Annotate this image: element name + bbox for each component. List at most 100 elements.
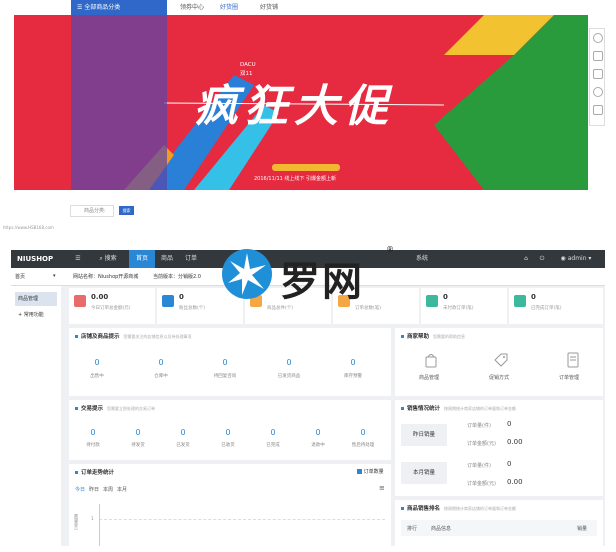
tag-icon[interactable] xyxy=(493,352,509,368)
avatar-icon: ◉ xyxy=(560,255,568,262)
help-item-label[interactable]: 订单管理 xyxy=(559,374,579,381)
trade-tips-panel: 交易提示 您需要立即处理的交易订单 0 待付款 0 待发货 0 已发货 0 已收货… xyxy=(69,400,391,460)
shop-tips-panel: 店铺及商品提示 您需要关注的店铺信息以及待处理事项 0 出售中 0 仓库中 0 待… xyxy=(69,328,391,396)
shop-tip-value[interactable]: 0 xyxy=(205,358,245,367)
trade-tips-subtitle: 您需要立即处理的交易订单 xyxy=(107,406,156,411)
chart-legend[interactable]: 订单数量 xyxy=(357,468,384,475)
document-icon[interactable] xyxy=(565,352,581,368)
order-chart-panel: 订单走势统计 订单数量 今日 昨日 本周 本月 ≡ 订单数量 1 xyxy=(69,464,391,546)
wallet-icon xyxy=(426,295,438,307)
trade-tip-value[interactable]: 0 xyxy=(298,428,338,437)
trade-tip-label: 售后待处理 xyxy=(351,443,375,448)
sales-stats-panel: 销售情况统计 按周期统计商家店铺的订单量和订单金额 昨日销量 订单量(件) 0 订… xyxy=(395,400,603,496)
banner-tagline: 2016/11/11 线上线下 引爆金额上新 xyxy=(254,176,336,182)
ranking-header-rank: 排行 xyxy=(407,526,418,532)
sales-row-label: 本月销量 xyxy=(401,462,447,484)
cart-icon[interactable] xyxy=(593,51,603,61)
stat-card-today-amount[interactable]: 0.00 今日订单总金额(元) xyxy=(69,288,155,324)
ranking-header-sales: 销量 xyxy=(577,526,588,532)
sales-amount-value: 0.00 xyxy=(507,438,523,446)
trade-tip-value[interactable]: 0 xyxy=(163,428,203,437)
admin-nav-system[interactable]: 系统 xyxy=(409,250,435,268)
home-icon[interactable]: ⌂ xyxy=(519,250,533,268)
sidebar-item-common[interactable]: + 常用功能 xyxy=(15,308,57,322)
shop-tips-subtitle: 您需要关注的店铺信息以及待处理事项 xyxy=(123,334,192,339)
chart-gridline xyxy=(99,519,385,520)
stat-card-completed[interactable]: 0 已完成订单(笔) xyxy=(509,288,603,324)
star-icon[interactable] xyxy=(593,69,603,79)
floating-toolbar xyxy=(589,28,605,126)
chart-menu-icon[interactable]: ≡ xyxy=(379,484,385,492)
trade-tip-label: 已发货 xyxy=(176,443,190,448)
category-search-label: 商品分类: xyxy=(84,208,106,214)
hamburger-icon[interactable]: ☰ xyxy=(69,250,87,268)
ranking-header-row: 排行 商品信息 销量 xyxy=(401,520,597,536)
admin-nav-goods[interactable]: 商品 xyxy=(155,250,179,268)
shop-tip-value[interactable]: 0 xyxy=(269,358,309,367)
trade-tip-label: 退款中 xyxy=(311,443,325,448)
ranking-subtitle: 按周期统计商家店铺的订单量和订单金额 xyxy=(444,506,517,511)
trade-tip-value[interactable]: 0 xyxy=(208,428,248,437)
sales-amount-label: 订单金额(元) xyxy=(467,441,496,447)
category-search-button[interactable]: 搜索 xyxy=(119,206,134,215)
all-categories-button[interactable]: ☰ 全部商品分类 xyxy=(71,0,167,15)
chart-tab-yesterday[interactable]: 昨日 xyxy=(89,486,99,493)
category-panel xyxy=(71,15,167,190)
sales-row-label: 昨日销量 xyxy=(401,424,447,446)
user-icon[interactable] xyxy=(593,33,603,43)
ranking-panel: 商品销售排名 按周期统计商家店铺的订单量和订单金额 排行 商品信息 销量 xyxy=(395,500,603,546)
shop-tip-value[interactable]: 0 xyxy=(141,358,181,367)
nav-link-good-circle[interactable]: 好货圈 xyxy=(220,0,239,16)
trade-tip-value[interactable]: 0 xyxy=(118,428,158,437)
admin-search-button[interactable]: ⌕ 搜索 xyxy=(91,250,125,268)
site-version: 当前版本：分销版2.0 xyxy=(153,274,201,280)
watermark-logo-icon xyxy=(222,249,272,299)
admin-logo: NIUSHOP xyxy=(17,255,54,263)
chart-tab-month[interactable]: 本月 xyxy=(117,486,127,493)
banner-pill xyxy=(272,164,340,171)
nav-link-coupons[interactable]: 领券中心 xyxy=(180,0,204,15)
power-icon[interactable]: ⏻ xyxy=(535,250,549,268)
sidebar-item-goods-mgmt[interactable]: 商品管理 xyxy=(15,292,57,306)
sidebar-dropdown[interactable]: 首页 xyxy=(15,273,25,280)
chevron-down-icon: ▾ xyxy=(586,255,592,262)
chart-y-axis xyxy=(99,504,100,546)
sales-amount-label: 订单金额(元) xyxy=(467,481,496,487)
chart-tab-today[interactable]: 今日 xyxy=(75,486,85,493)
trade-tip-label: 已收货 xyxy=(221,443,235,448)
admin-nav-home[interactable]: 首页 xyxy=(129,250,155,268)
trade-tip-label: 待发货 xyxy=(131,443,145,448)
admin-nav-orders[interactable]: 订单 xyxy=(179,250,203,268)
order-chart-title: 订单走势统计 xyxy=(81,470,115,476)
chart-tab-week[interactable]: 本周 xyxy=(103,486,113,493)
shop-tip-value[interactable]: 0 xyxy=(77,358,117,367)
document-icon[interactable] xyxy=(593,105,603,115)
trade-tip-value[interactable]: 0 xyxy=(343,428,383,437)
banner-slogan: 疯狂大促 xyxy=(194,81,394,132)
help-subtitle: 您需要的帮助信息 xyxy=(433,334,466,339)
chevron-down-icon[interactable]: ▾ xyxy=(53,273,56,279)
nav-link-good-shop[interactable]: 好货铺 xyxy=(260,0,278,15)
help-item-label[interactable]: 促销方式 xyxy=(489,374,509,381)
trade-tips-title: 交易提示 xyxy=(81,406,104,412)
site-name: 网站名称：Niushop开源商城 xyxy=(73,274,139,280)
thumbs-up-icon xyxy=(162,295,174,307)
shop-tip-label: 库存预警 xyxy=(344,374,362,379)
money-icon xyxy=(74,295,86,307)
trade-tip-value[interactable]: 0 xyxy=(73,428,113,437)
headset-icon[interactable] xyxy=(593,87,603,97)
watermark: 罗网 ® xyxy=(218,243,408,307)
storefront-screenshot: ☰ 全部商品分类 领券中心 好货圈 好货铺 DACU 双11 疯狂大促 2016… xyxy=(0,0,616,232)
shop-tip-value[interactable]: 0 xyxy=(333,358,373,367)
trade-tip-value[interactable]: 0 xyxy=(253,428,293,437)
watermark-registered: ® xyxy=(386,245,394,254)
help-item-label[interactable]: 商品管理 xyxy=(419,374,439,381)
shopping-bag-icon[interactable] xyxy=(423,352,439,368)
promo-banner[interactable]: DACU 双11 疯狂大促 2016/11/11 线上线下 引爆金额上新 xyxy=(14,15,588,190)
legend-swatch xyxy=(357,469,362,474)
chart-y-axis-label: 订单数量 xyxy=(73,514,78,530)
stat-card-unpaid[interactable]: 0 未付款订单(笔) xyxy=(421,288,507,324)
site-url: https://www.HSB168.com xyxy=(3,225,54,230)
admin-user-menu[interactable]: ◉ admin ▾ xyxy=(551,250,601,268)
admin-sidebar: 商品管理 + 常用功能 xyxy=(11,286,61,546)
